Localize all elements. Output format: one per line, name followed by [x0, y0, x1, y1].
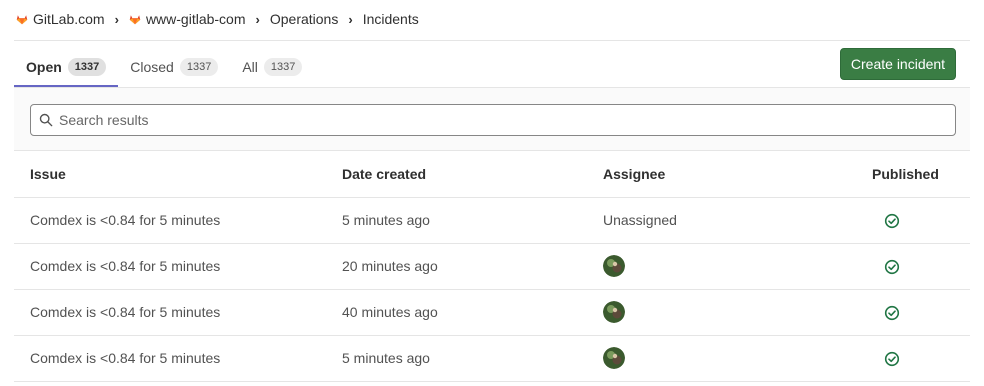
incident-tabs: Open 1337 Closed 1337 All 1337 — [14, 47, 314, 87]
table-row[interactable]: Comdex is <0.84 for 5 minutes 20 minutes… — [14, 243, 970, 290]
tab-closed[interactable]: Closed 1337 — [118, 47, 230, 87]
breadcrumb-item-operations[interactable]: Operations — [270, 11, 338, 27]
check-circle-icon — [884, 213, 900, 228]
date-created: 20 minutes ago — [326, 243, 587, 290]
tab-open[interactable]: Open 1337 — [14, 47, 119, 87]
date-created: 5 minutes ago — [326, 197, 587, 244]
published-cell — [856, 243, 970, 290]
breadcrumb-label: www-gitlab-com — [145, 11, 246, 27]
check-circle-icon — [884, 259, 900, 274]
date-created: 5 minutes ago — [326, 335, 587, 382]
tab-label: Open — [26, 59, 62, 75]
divider — [14, 40, 970, 41]
check-circle-icon — [884, 305, 900, 320]
count-badge: 1337 — [179, 58, 219, 76]
chevron-right-icon: › — [255, 11, 260, 27]
assignee-cell — [587, 243, 856, 290]
table-header-row: Issue Date created Assignee Published — [14, 152, 970, 198]
check-circle-icon — [884, 351, 900, 366]
search-box — [30, 104, 956, 136]
issue-title[interactable]: Comdex is <0.84 for 5 minutes — [14, 289, 326, 336]
chevron-right-icon: › — [348, 11, 353, 27]
filter-bar — [14, 87, 970, 151]
table-row[interactable]: Comdex is <0.84 for 5 minutes 5 minutes … — [14, 335, 970, 382]
tab-label: All — [242, 59, 258, 75]
issue-title[interactable]: Comdex is <0.84 for 5 minutes — [14, 197, 326, 244]
table-row[interactable]: Comdex is <0.84 for 5 minutes 40 minutes… — [14, 289, 970, 336]
breadcrumb-item-incidents[interactable]: Incidents — [363, 11, 419, 27]
issue-title[interactable]: Comdex is <0.84 for 5 minutes — [14, 243, 326, 290]
assignee-cell — [587, 335, 856, 382]
avatar[interactable] — [603, 255, 625, 277]
gitlab-fox-icon — [129, 15, 141, 25]
breadcrumb-item-project[interactable]: www-gitlab-com — [129, 11, 246, 27]
search-input[interactable] — [59, 112, 939, 128]
breadcrumb-item-gitlab[interactable]: GitLab.com — [16, 11, 105, 27]
count-badge: 1337 — [67, 58, 107, 76]
breadcrumb: GitLab.com › www-gitlab-com › Operations… — [16, 8, 419, 30]
avatar[interactable] — [603, 347, 625, 369]
column-header-issue[interactable]: Issue — [14, 152, 326, 198]
assignee-cell — [587, 289, 856, 336]
date-created: 40 minutes ago — [326, 289, 587, 336]
incidents-table: Issue Date created Assignee Published Co… — [14, 152, 970, 382]
gitlab-fox-icon — [16, 15, 28, 25]
breadcrumb-label: Incidents — [362, 11, 419, 27]
published-cell — [856, 335, 970, 382]
issue-title[interactable]: Comdex is <0.84 for 5 minutes — [14, 335, 326, 382]
table-row[interactable]: Comdex is <0.84 for 5 minutes 5 minutes … — [14, 197, 970, 244]
published-cell — [856, 289, 970, 336]
column-header-assignee[interactable]: Assignee — [587, 152, 856, 198]
tab-all[interactable]: All 1337 — [230, 47, 314, 87]
column-header-published[interactable]: Published — [856, 152, 970, 198]
avatar[interactable] — [603, 301, 625, 323]
assignee-unassigned: Unassigned — [587, 197, 856, 244]
create-incident-button[interactable]: Create incident — [840, 48, 956, 80]
breadcrumb-label: GitLab.com — [33, 11, 105, 27]
published-cell — [856, 197, 970, 244]
tab-label: Closed — [130, 59, 174, 75]
chevron-right-icon: › — [114, 11, 119, 27]
breadcrumb-label: Operations — [269, 11, 339, 27]
count-badge: 1337 — [263, 58, 303, 76]
search-icon — [39, 113, 53, 127]
column-header-date-created[interactable]: Date created — [326, 152, 587, 198]
